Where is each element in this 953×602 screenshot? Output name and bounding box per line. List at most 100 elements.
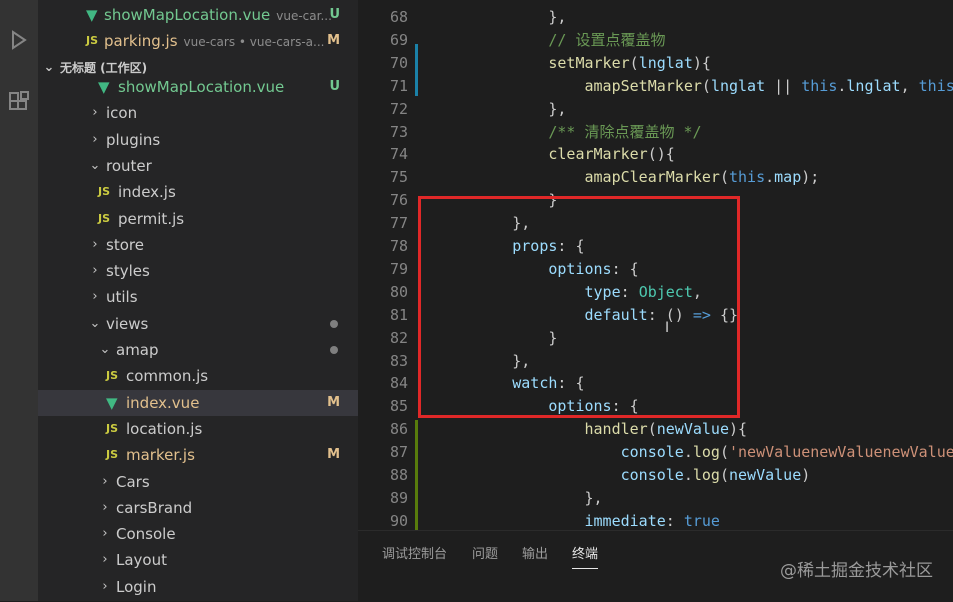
open-editor-label: parking.js vue-cars • vue-cars-a...: [104, 32, 325, 50]
tree-folder[interactable]: › utils: [38, 284, 358, 310]
open-editor-item[interactable]: ▼ showMapLocation.vue vue-car... U: [38, 2, 358, 28]
git-status-badge: M: [327, 394, 340, 410]
line-number: 69: [389, 30, 408, 49]
chevron-right-icon: ›: [102, 526, 108, 542]
activity-bar: [0, 0, 38, 601]
gutter-modified-marker: [415, 44, 418, 96]
code-text: },: [440, 99, 567, 118]
line-number: 68: [389, 8, 408, 26]
code-line: 73 /** 清除点覆盖物 */: [358, 121, 953, 144]
tree-folder[interactable]: › Layout: [38, 547, 358, 573]
tree-item-label: router: [106, 156, 152, 175]
tab-debug-console[interactable]: 调试控制台: [382, 543, 447, 562]
chevron-right-icon: ›: [92, 236, 98, 252]
js-file-icon: JS: [86, 34, 99, 47]
tree-folder[interactable]: › plugins: [38, 127, 358, 153]
watermark: @稀土掘金技术社区: [780, 561, 933, 581]
open-editor-label: showMapLocation.vue vue-car...: [104, 6, 332, 24]
tree-folder[interactable]: › Console: [38, 521, 358, 547]
line-number: 82: [389, 328, 408, 347]
tree-folder[interactable]: › Cars: [38, 469, 358, 495]
extensions-icon[interactable]: [0, 82, 38, 122]
line-number: 76: [389, 191, 408, 210]
chevron-right-icon: ›: [102, 578, 108, 594]
chevron-right-icon: ›: [92, 289, 98, 305]
tree-item-label: permit.js: [118, 209, 185, 228]
tree-folder[interactable]: › Login: [38, 574, 358, 600]
tab-problems[interactable]: 问题: [472, 543, 498, 562]
chevron-right-icon: ›: [92, 105, 98, 121]
chevron-down-icon: ⌄: [89, 315, 101, 331]
tree-folder[interactable]: › styles: [38, 258, 358, 284]
tree-item-label: marker.js: [126, 446, 195, 465]
line-number: 71: [389, 76, 408, 95]
git-status-badge: M: [327, 447, 340, 463]
code-text: },: [440, 8, 567, 26]
code-text: setMarker(lnglat){: [548, 53, 711, 72]
tree-item-label: location.js: [126, 419, 203, 438]
tree-item-label: icon: [106, 104, 138, 123]
code-line: 74 clearMarker(){: [358, 143, 953, 166]
text-cursor-icon: I: [665, 320, 670, 336]
line-number: 87: [389, 443, 408, 462]
vue-file-icon: ▼: [106, 393, 118, 412]
git-status-badge: U: [329, 7, 340, 22]
code-line: 70 setMarker(lnglat){: [358, 52, 953, 75]
chevron-down-icon: ⌄: [89, 157, 101, 173]
vue-file-icon: ▼: [86, 6, 98, 24]
tree-folder[interactable]: › carsBrand: [38, 495, 358, 521]
tab-terminal[interactable]: 终端: [572, 543, 599, 569]
tree-folder[interactable]: ⌄ amap: [38, 337, 358, 363]
code-line: 71 amapSetMarker(lnglat || this.lnglat, …: [358, 75, 953, 98]
tree-folder[interactable]: ⌄ views: [38, 311, 358, 337]
line-number: 85: [389, 397, 408, 416]
tree-item-label: Cars: [116, 472, 150, 491]
explorer-sidebar: ▼ showMapLocation.vue vue-car... U JS parking…: [38, 0, 358, 601]
js-file-icon: JS: [106, 448, 119, 462]
modified-dot-icon: [330, 346, 338, 354]
line-number: 90: [389, 511, 408, 530]
line-number: 89: [389, 488, 408, 507]
code-line: 72 },: [358, 98, 953, 121]
line-number: 86: [389, 420, 408, 439]
tree-file[interactable]: JS marker.js M: [38, 442, 358, 468]
tab-output[interactable]: 输出: [522, 543, 548, 562]
code-line: 75 amapClearMarker(this.map);: [358, 166, 953, 189]
tree-folder[interactable]: ⌄ router: [38, 153, 358, 179]
annotation-highlight-box: [418, 196, 740, 418]
chevron-down-icon: ⌄: [99, 342, 111, 357]
line-number: 79: [389, 259, 408, 278]
tree-item-label: showMapLocation.vue: [118, 78, 285, 96]
chevron-right-icon: ›: [102, 499, 108, 515]
tree-item-label: index.vue: [126, 393, 200, 412]
line-number: 83: [389, 351, 408, 370]
code-line: 88 console.log(newValue): [358, 464, 953, 487]
js-file-icon: JS: [98, 211, 111, 225]
tree-file[interactable]: ▼ showMapLocation.vue U: [38, 74, 358, 100]
open-editor-desc: vue-cars • vue-cars-a...: [183, 35, 325, 49]
tree-folder[interactable]: › store: [38, 232, 358, 258]
tree-file[interactable]: JS index.js: [38, 179, 358, 205]
tree-item-label: utils: [106, 288, 138, 307]
tree-file[interactable]: JS location.js: [38, 416, 358, 442]
tree-file[interactable]: JS permit.js: [38, 206, 358, 232]
tree-item-label: index.js: [118, 183, 176, 202]
code-line: 89 },: [358, 487, 953, 510]
tree-file[interactable]: JS common.js: [38, 363, 358, 389]
open-editor-item[interactable]: JS parking.js vue-cars • vue-cars-a... M: [38, 28, 358, 54]
js-file-icon: JS: [98, 185, 111, 199]
tree-item-label: amap: [116, 341, 159, 359]
tree-item-label: plugins: [106, 130, 161, 149]
tree-item-label: common.js: [126, 367, 209, 386]
code-text: },: [440, 488, 603, 507]
code-line: 86 handler(newValue){: [358, 418, 953, 441]
code-text: handler(newValue){: [584, 420, 748, 439]
line-number: 78: [389, 237, 408, 255]
code-line: 87 console.log('newValuenewValuenewValue…: [358, 441, 953, 464]
code-text: clearMarker(){: [548, 145, 675, 164]
line-number: 73: [389, 122, 408, 141]
run-debug-icon[interactable]: [0, 20, 38, 60]
tree-folder[interactable]: › icon: [38, 100, 358, 126]
tree-file[interactable]: ▼ index.vue M: [38, 389, 358, 416]
tree-item-label: views: [106, 314, 149, 333]
